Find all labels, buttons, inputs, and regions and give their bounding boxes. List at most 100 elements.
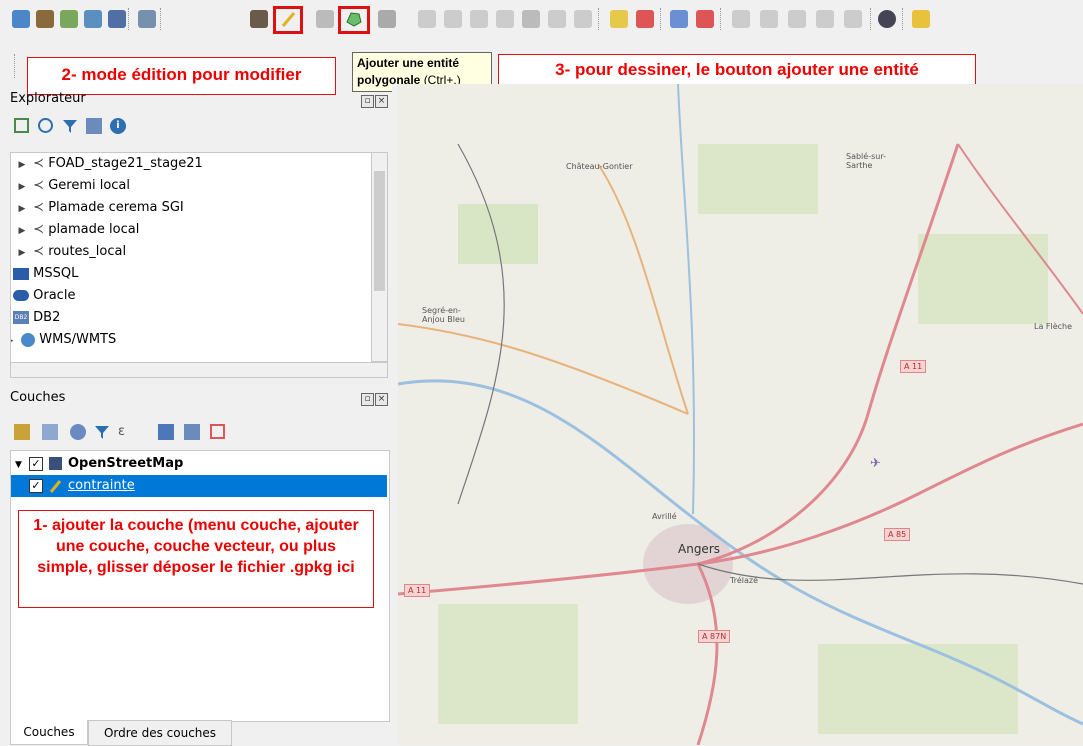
tab-ordre-des-couches[interactable]: Ordre des couches [88,720,232,746]
add-postgis-icon[interactable] [84,10,102,28]
browser-item-label: Oracle [33,288,76,303]
float-panel-icon[interactable]: ▫ [361,95,374,108]
change-label-icon[interactable] [788,10,806,28]
move-label-icon[interactable] [732,10,750,28]
postgis-icon: ≺ [33,156,45,171]
add-wms-icon[interactable] [138,10,156,28]
map-label: Sablé-sur-Sarthe [846,152,886,170]
layer-label: contrainte [68,478,135,493]
expand-arrow-icon[interactable]: ▶ [15,242,29,264]
postgis-icon: ≺ [33,178,45,193]
scrollbar-thumb[interactable] [374,171,385,291]
layer-label: OpenStreetMap [68,456,184,471]
paste-features-icon[interactable] [522,10,540,28]
tab-couches[interactable]: Couches [10,720,88,745]
delete-selected-icon[interactable] [444,10,462,28]
browser-panel-title: Explorateur [10,91,86,106]
undo-icon[interactable] [548,10,566,28]
map-label: La Flèche [1034,322,1073,331]
expand-arrow-icon[interactable]: ▶ [15,198,29,220]
add-vector-icon[interactable] [36,10,54,28]
refresh-icon[interactable] [38,118,53,133]
float-panel-icon[interactable]: ▫ [361,393,374,406]
show-hide-labels-icon[interactable] [816,10,834,28]
new-layer-icon[interactable] [12,10,30,28]
callout-draw: 3- pour dessiner, le bouton ajouter une … [498,54,976,88]
plugin-globe-icon[interactable] [878,10,896,28]
postgis-icon: ≺ [33,244,45,259]
diagram-tool-icon[interactable] [636,10,654,28]
browser-vertical-scrollbar[interactable] [371,152,388,362]
browser-item[interactable]: ▶ ≺ FOAD_stage21_stage21 [15,153,203,175]
add-polygon-feature-icon[interactable] [345,10,363,28]
road-shield: A 87N [698,630,731,643]
add-selected-layers-icon[interactable] [14,118,29,133]
layer-styling-icon[interactable] [14,424,30,440]
postgis-icon: ≺ [33,222,45,237]
map-label: Angers [678,542,720,556]
toolbar-grip[interactable] [14,54,18,78]
browser-item[interactable]: ▶ WMS/WMTS [11,329,116,352]
layer-visibility-checkbox[interactable]: ✓ [29,456,43,471]
highlight-labels-icon[interactable] [696,10,714,28]
redo-icon[interactable] [574,10,592,28]
add-group-icon[interactable] [42,424,58,440]
layer-row-contrainte[interactable]: ✓ contrainte [11,475,387,497]
browser-item-label: Plamade cerema SGI [48,200,184,215]
rotate-label-icon[interactable] [760,10,778,28]
mssql-icon [13,267,29,280]
collapse-all-icon[interactable] [86,118,102,134]
layer-row-openstreetmap[interactable]: ▼ ✓ OpenStreetMap [11,453,387,475]
label-tool-icon[interactable] [610,10,628,28]
layer-visibility-checkbox[interactable]: ✓ [29,478,43,493]
browser-item[interactable]: ▶ ≺ routes_local [15,241,127,264]
close-panel-icon[interactable]: × [375,95,388,108]
copy-features-icon[interactable] [496,10,514,28]
expand-arrow-icon[interactable]: ▶ [15,220,29,242]
browser-item[interactable]: ▶ ≺ plamade local [15,219,140,242]
modify-attributes-icon[interactable] [418,10,436,28]
expand-arrow-icon[interactable]: ▶ [15,176,29,198]
editing-pencil-icon [49,479,62,493]
browser-item[interactable]: ▶ ≺ Plamade cerema SGI [15,197,184,219]
collapse-arrow-icon[interactable]: ▼ [15,454,29,476]
browser-item-label: FOAD_stage21_stage21 [48,156,203,171]
map-canvas[interactable]: Château-Gontier Sablé-sur-Sarthe Segré-e… [398,84,1083,745]
add-raster-icon[interactable] [60,10,78,28]
cut-features-icon[interactable] [470,10,488,28]
label-properties-icon[interactable] [844,10,862,28]
toggle-editing-icon[interactable] [279,10,297,28]
callout-edit-mode: 2- mode édition pour modifier [27,57,336,95]
python-console-icon[interactable] [912,10,930,28]
save-edits-icon[interactable] [316,10,334,28]
browser-item-label: DB2 [33,310,61,325]
expression-filter-icon[interactable]: ε [118,424,134,440]
vertex-tool-icon[interactable] [378,10,396,28]
browser-item[interactable]: Oracle [13,285,75,307]
browser-item-label: plamade local [48,222,140,237]
current-edits-icon[interactable] [250,10,268,28]
expand-all-icon[interactable] [158,424,174,440]
expand-arrow-icon[interactable]: ▶ [11,330,17,352]
browser-item[interactable]: MSSQL [13,263,78,285]
manage-visibility-icon[interactable] [70,424,86,440]
close-panel-icon[interactable]: × [375,393,388,406]
pin-labels-icon[interactable] [670,10,688,28]
add-spatialite-icon[interactable] [108,10,126,28]
expand-arrow-icon[interactable]: ▶ [15,154,29,176]
globe-icon [21,332,36,347]
info-icon[interactable]: i [110,118,126,134]
callout-add-layer: 1- ajouter la couche (menu couche, ajout… [18,510,374,608]
browser-item[interactable]: ▶ ≺ Geremi local [15,175,130,197]
road-shield: A 11 [900,360,927,373]
airport-icon: ✈ [870,456,881,471]
layer-filter-icon[interactable] [94,424,110,440]
browser-item[interactable]: DB2 DB2 [13,307,60,329]
main-toolbar [0,0,1083,48]
remove-layer-icon[interactable] [210,424,225,439]
dock-tabs: Couches Ordre des couches [10,720,390,746]
browser-horizontal-scrollbar[interactable] [10,362,388,378]
filter-icon[interactable] [62,118,78,134]
map-label: Segré-en-Anjou Bleu [422,306,465,324]
collapse-all-layers-icon[interactable] [184,424,200,440]
